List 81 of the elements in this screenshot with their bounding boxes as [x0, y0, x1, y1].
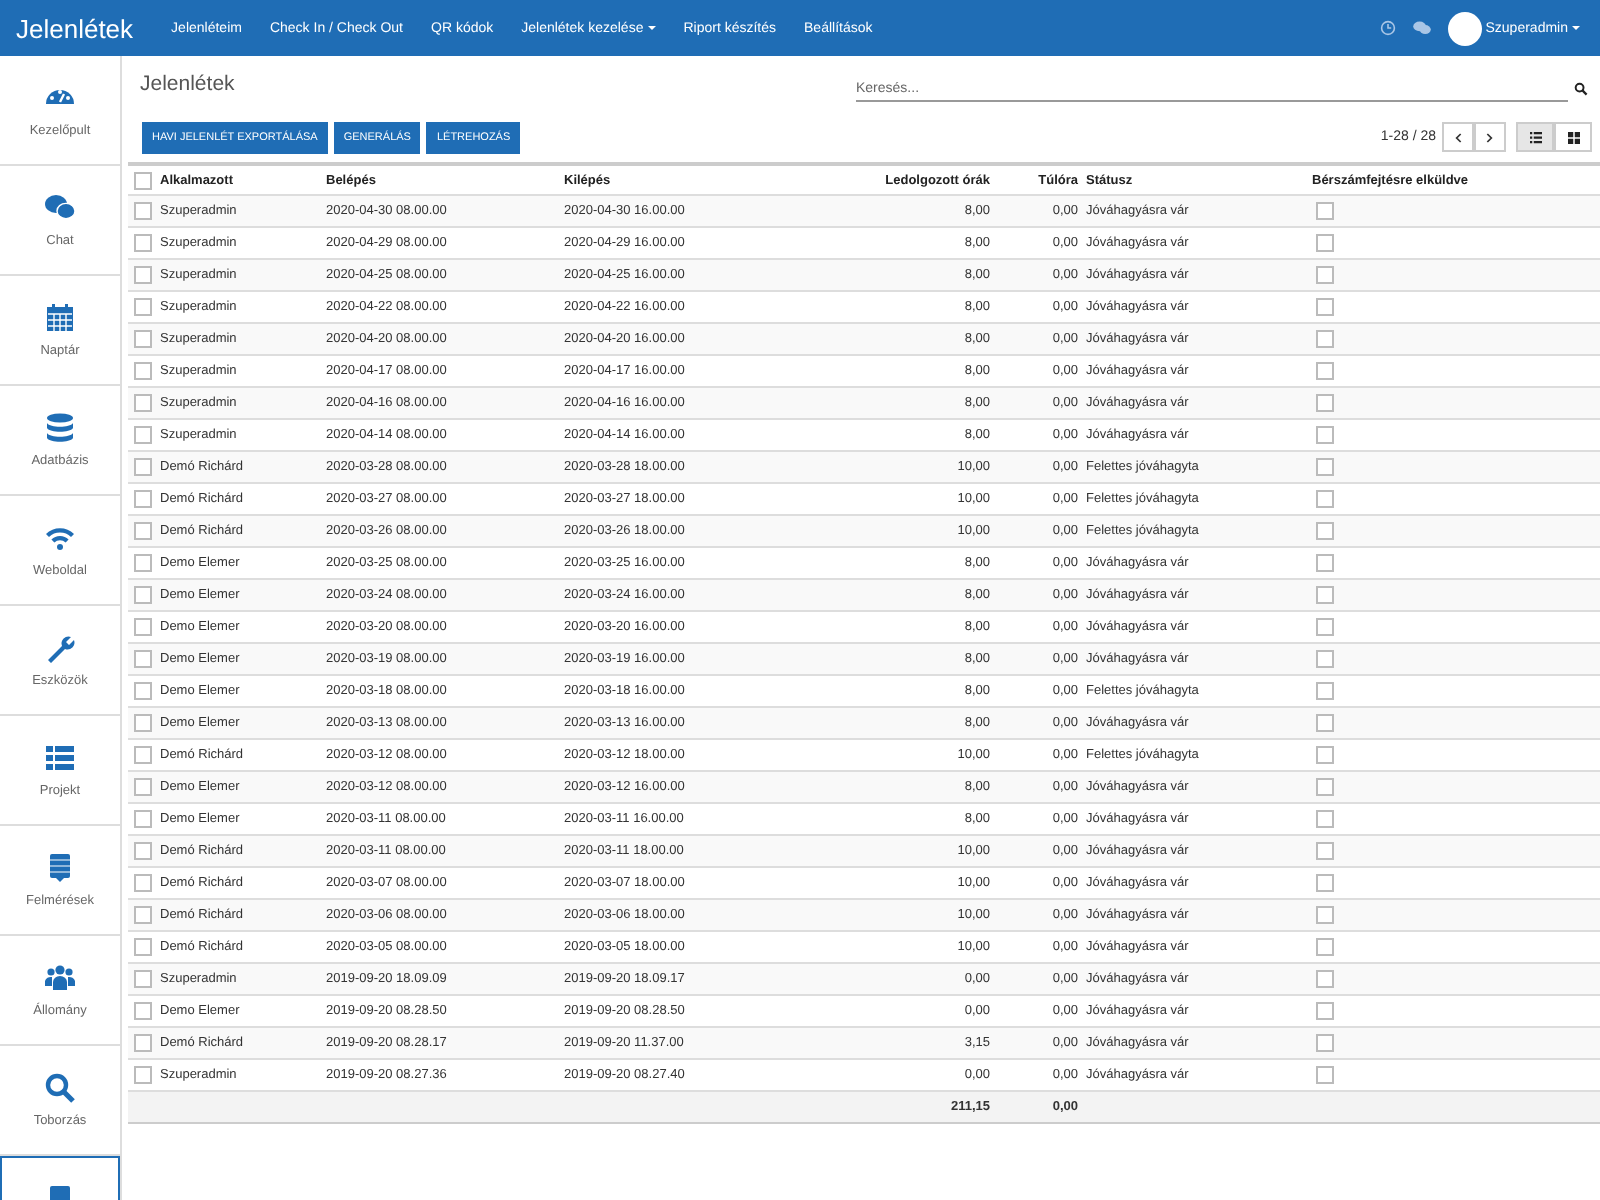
- avatar-icon: [1447, 11, 1482, 45]
- wifi-icon: [44, 522, 76, 554]
- caret-icon: [647, 26, 656, 30]
- checkbox[interactable]: [133, 778, 151, 796]
- checkbox[interactable]: [133, 394, 151, 412]
- view-toggle-button[interactable]: [1554, 122, 1592, 152]
- checkbox[interactable]: [133, 938, 151, 956]
- checkbox[interactable]: [133, 714, 151, 732]
- next-page-button[interactable]: [1474, 122, 1506, 152]
- checkbox[interactable]: [133, 970, 151, 988]
- checkbox[interactable]: [133, 330, 151, 348]
- checkbox[interactable]: [133, 266, 151, 284]
- checkbox[interactable]: [133, 746, 151, 764]
- users-icon: [44, 962, 76, 994]
- checkbox[interactable]: [1316, 362, 1334, 380]
- chevron-left-icon: [1454, 131, 1462, 143]
- checkbox[interactable]: [1316, 234, 1334, 252]
- caret-icon: [1572, 26, 1580, 30]
- checkbox[interactable]: [1316, 522, 1334, 540]
- list-view-icon: [1529, 131, 1541, 143]
- checkbox[interactable]: [133, 1034, 151, 1052]
- checkbox[interactable]: [133, 842, 151, 860]
- checkbox[interactable]: [1316, 714, 1334, 732]
- checkbox[interactable]: [133, 202, 151, 220]
- clock-icon: [1379, 20, 1396, 36]
- checkbox[interactable]: [1316, 298, 1334, 316]
- checkbox[interactable]: [1316, 970, 1334, 988]
- view-toggle-button[interactable]: [1516, 122, 1554, 152]
- checkbox[interactable]: [1316, 874, 1334, 892]
- checkbox[interactable]: [133, 362, 151, 380]
- checkbox[interactable]: [133, 490, 151, 508]
- checkbox[interactable]: [1316, 426, 1334, 444]
- calendar-icon: [44, 302, 76, 334]
- list-icon: [44, 742, 76, 774]
- checkbox[interactable]: [1316, 554, 1334, 572]
- checkbox[interactable]: [1316, 330, 1334, 348]
- checkbox[interactable]: [133, 298, 151, 316]
- checkbox[interactable]: [133, 1066, 151, 1084]
- checkbox[interactable]: [1316, 938, 1334, 956]
- checkbox[interactable]: [1316, 810, 1334, 828]
- checkbox[interactable]: [1316, 266, 1334, 284]
- checkbox[interactable]: [133, 1002, 151, 1020]
- checkbox[interactable]: [1316, 586, 1334, 604]
- app-title: Jelenlétek: [16, 13, 134, 43]
- checkbox[interactable]: [1316, 682, 1334, 700]
- checkbox[interactable]: [1316, 906, 1334, 924]
- chat-icon: [1411, 20, 1432, 36]
- checkbox[interactable]: [133, 458, 151, 476]
- search-icon: [44, 1072, 76, 1104]
- search-icon: [1574, 82, 1588, 96]
- checkbox[interactable]: [1316, 778, 1334, 796]
- chevron-right-icon: [1486, 131, 1494, 143]
- wrench-icon: [44, 632, 76, 664]
- checkbox[interactable]: [133, 618, 151, 636]
- checkbox[interactable]: [133, 810, 151, 828]
- checkbox[interactable]: [1316, 394, 1334, 412]
- checkbox[interactable]: [133, 650, 151, 668]
- checkbox[interactable]: [1316, 618, 1334, 636]
- database-icon: [44, 412, 76, 444]
- checkbox[interactable]: [1316, 202, 1334, 220]
- checkbox[interactable]: [1316, 458, 1334, 476]
- page-title: Jelenlétek: [140, 72, 237, 96]
- previous-page-button[interactable]: [1442, 122, 1474, 152]
- checkbox[interactable]: [1316, 650, 1334, 668]
- checkbox[interactable]: [133, 874, 151, 892]
- checkbox[interactable]: [133, 906, 151, 924]
- checkbox[interactable]: [133, 171, 151, 189]
- checkbox[interactable]: [1316, 490, 1334, 508]
- checkbox[interactable]: [1316, 1034, 1334, 1052]
- checkbox[interactable]: [133, 554, 151, 572]
- checkbox[interactable]: [133, 586, 151, 604]
- checkbox[interactable]: [133, 234, 151, 252]
- checkbox[interactable]: [1316, 1066, 1334, 1084]
- checkbox[interactable]: [133, 682, 151, 700]
- checkbox[interactable]: [133, 522, 151, 540]
- chat-icon: [44, 192, 76, 224]
- checkbox[interactable]: [1316, 1002, 1334, 1020]
- checkbox[interactable]: [133, 426, 151, 444]
- checkbox[interactable]: [1316, 842, 1334, 860]
- checkbox[interactable]: [1316, 746, 1334, 764]
- grid-view-icon: [1567, 131, 1579, 143]
